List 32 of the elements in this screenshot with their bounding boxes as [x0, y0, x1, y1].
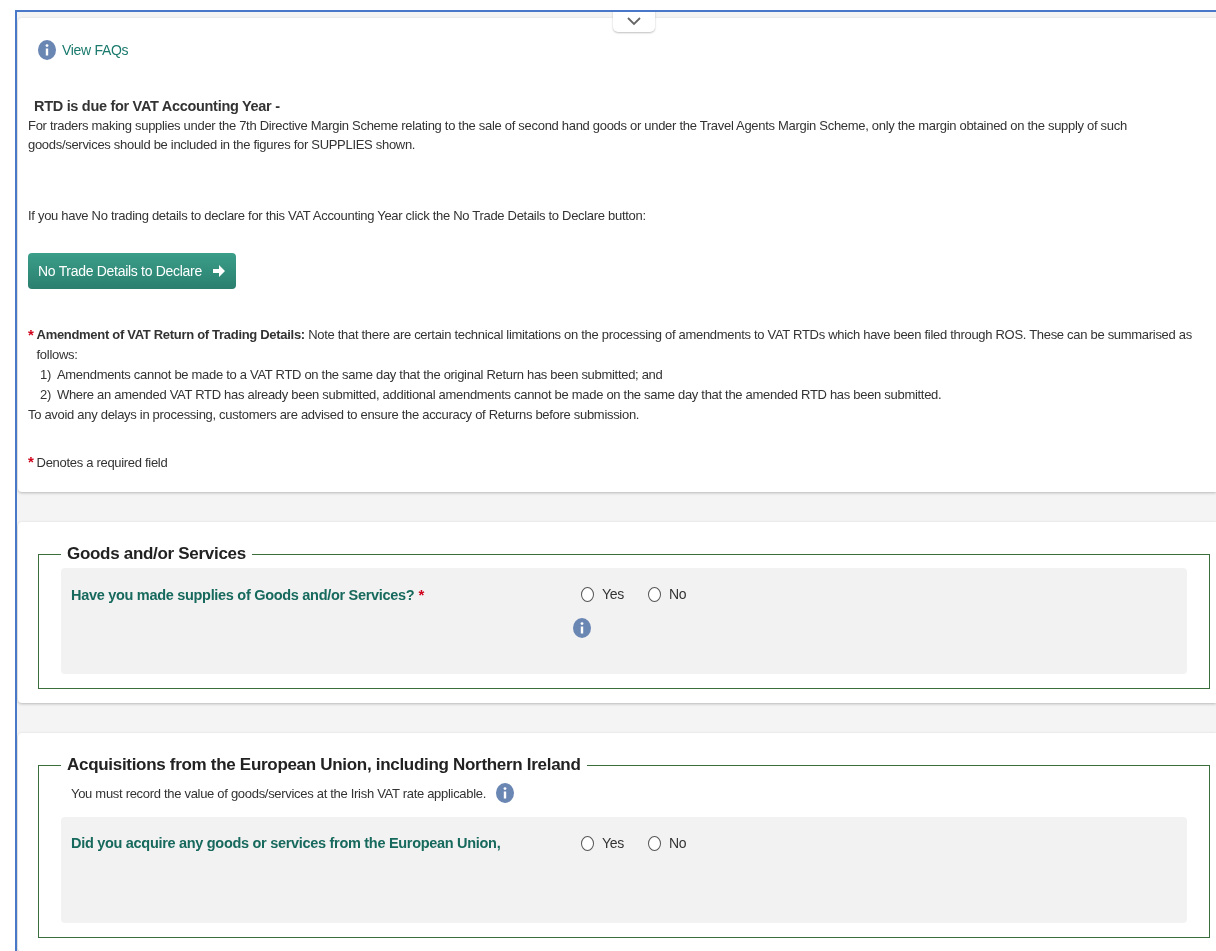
intro-paragraph: For traders making supplies under the 7th Directive Margin Scheme relating to the sale of second hand goods or under the Travel Agents Margin Scheme, only the margin obtained on the supply of such goods/services should be included in the figures for SUPPLIES shown. — [28, 117, 1128, 154]
arrow-right-icon — [211, 264, 226, 278]
fieldset-legend: Acquisitions from the European Union, including Northern Ireland — [61, 755, 587, 775]
list-item-text: Amendments cannot be made to a VAT RTD on the same day that the original Return has been submitted; and — [56, 367, 663, 382]
required-asterisk: * — [28, 453, 34, 470]
chevron-down-icon — [627, 16, 641, 26]
no-trade-prompt: If you have No trading details to declare for this VAT Accounting Year click the No Trade Details to Declare button: — [28, 207, 647, 225]
section-heading: RTD is due for VAT Accounting Year - — [34, 98, 281, 114]
list-number: 1) — [40, 367, 51, 382]
question-label: Have you made supplies of Goods and/or Services? — [71, 587, 415, 603]
radio-button[interactable] — [581, 835, 594, 851]
faq-link[interactable]: View FAQs — [62, 42, 129, 58]
closing-note: To avoid any delays in processing, customers are advised to ensure the accuracy of Returns before submission. — [28, 406, 641, 424]
radio-option[interactable]: No — [647, 835, 687, 851]
radio-button[interactable] — [647, 586, 661, 602]
radio-option[interactable]: Yes — [581, 835, 624, 851]
no-trade-button[interactable]: No Trade Details to Declare — [28, 253, 236, 289]
question-label: Did you acquire any goods or services from the European Union, — [71, 835, 501, 851]
section-note: You must record the value of goods/services at the Irish VAT rate applicable. — [71, 785, 487, 801]
fieldset-legend: Goods and/or Services — [61, 544, 252, 564]
info-icon — [38, 40, 56, 60]
required-field-note: Denotes a required field — [36, 455, 168, 470]
radio-option[interactable]: Yes — [581, 586, 624, 602]
amendment-notice: Amendment of VAT Return of Trading Details: Note that there are certain technical limitations on the processing of amendments to VAT RTDs which have been filed through ROS. These can be summarised as follows: — [36, 326, 1193, 364]
list-item-text: Where an amended VAT RTD has already been submitted, additional amendments cannot be made on the same day that the amended RTD has been submitted. — [56, 387, 942, 402]
required-asterisk: * — [418, 586, 424, 603]
list-number: 2) — [40, 387, 51, 402]
radio-button[interactable] — [647, 835, 661, 851]
collapse-tab[interactable] — [613, 12, 655, 32]
radio-button[interactable] — [581, 586, 594, 602]
radio-option[interactable]: No — [647, 586, 687, 602]
required-asterisk: * — [28, 325, 34, 345]
